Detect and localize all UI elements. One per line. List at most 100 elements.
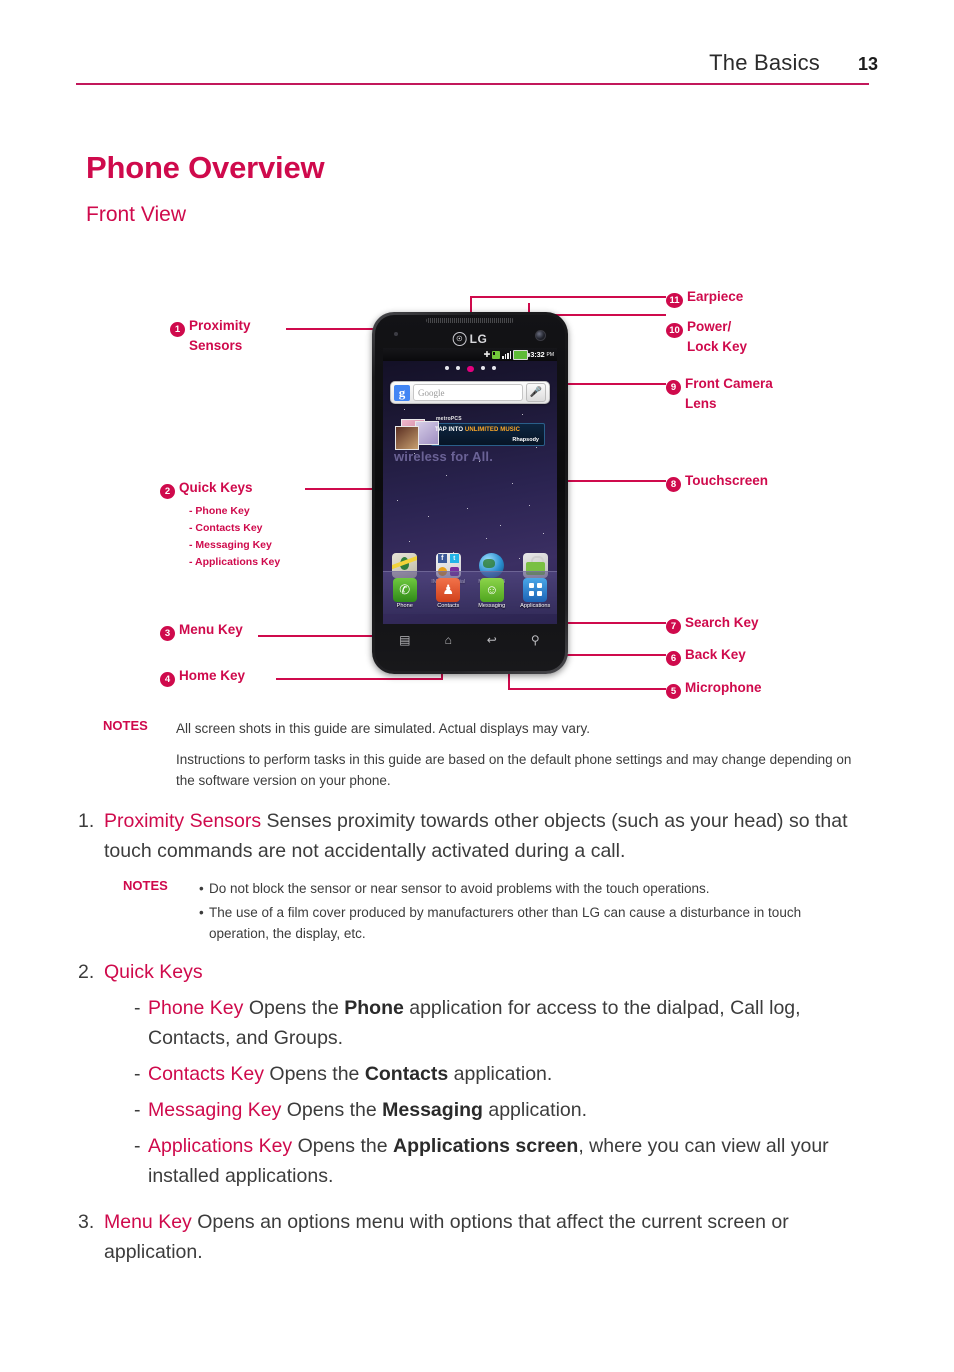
quick-key-messaging[interactable]: ☺ Messaging	[472, 577, 512, 609]
sub-text-bold: Contacts	[364, 1063, 449, 1085]
term-menu-key: Menu Key	[104, 1211, 192, 1233]
quick-keys-dock: ✆ Phone ♟ Contacts ☺ Messaging Applicati…	[383, 571, 557, 614]
leader-line-homekey	[276, 678, 443, 680]
sub-item-contacts-key: - Contacts Key Opens the Contacts applic…	[134, 1059, 878, 1089]
quick-key-label: Phone	[396, 602, 413, 609]
search-key-icon[interactable]: ⚲	[527, 632, 543, 648]
hardware-key-row: ▤ ⌂ ↩ ⚲	[383, 630, 557, 650]
list-content: Quick Keys - Phone Key Opens the Phone a…	[104, 957, 878, 1191]
sub-item-dash: -	[134, 1099, 141, 1121]
term-contacts-key: Contacts Key	[148, 1063, 264, 1085]
callout-label: Menu Key	[179, 622, 243, 637]
callout-number: 1	[170, 322, 185, 337]
album-art-thumbnails	[393, 419, 449, 450]
leader-line-earpiece-h	[470, 296, 666, 298]
section-subtitle: Front View	[86, 203, 186, 226]
callout-label: Front Camera	[685, 376, 773, 391]
page-dot	[455, 366, 460, 370]
microphone-icon[interactable]: 🎤	[526, 383, 546, 402]
sub-item-messaging-key: - Messaging Key Opens the Messaging appl…	[134, 1095, 878, 1125]
callout-label-line2: Lock Key	[687, 339, 748, 354]
callout-number: 6	[666, 651, 681, 666]
callout-number: 5	[666, 684, 681, 699]
notes-bullet: • Do not block the sensor or near sensor…	[199, 878, 878, 899]
battery-icon	[513, 349, 531, 360]
promo-partner: Rhapsody	[512, 437, 539, 443]
page-number: 13	[857, 54, 878, 74]
sub-text-a: Opens the	[292, 1135, 393, 1157]
page-dot	[491, 366, 496, 370]
applications-icon	[523, 577, 548, 602]
term-applications-key: Applications Key	[148, 1135, 293, 1157]
search-input[interactable]: Google	[413, 384, 523, 401]
callout-label: Earpiece	[687, 289, 744, 304]
google-logo-icon: g	[394, 384, 410, 401]
sub-text-bold: Phone	[344, 997, 404, 1019]
callout-number: 11	[666, 293, 683, 308]
list-item-3: 3. Menu Key Opens an options menu with o…	[78, 1207, 878, 1267]
google-search-widget[interactable]: g Google 🎤	[390, 381, 550, 404]
page-dot-active	[466, 366, 474, 372]
callout-home-key: 4 Home Key	[160, 667, 245, 687]
rhapsody-promo-banner[interactable]: metroPCS TAP INTO UNLIMITED MUSIC Rhapso…	[393, 415, 545, 450]
leader-line-mic-v	[508, 674, 510, 689]
front-camera-lens	[535, 330, 546, 341]
notes-tag-spacer	[103, 749, 176, 791]
callout-proximity-sensors: 1 Proximity Sensors	[170, 317, 251, 354]
page-header: The Basics 13	[76, 50, 878, 90]
callout-number: 7	[666, 619, 681, 634]
back-key-icon[interactable]: ↩	[484, 632, 500, 648]
promo-brand: metroPCS	[436, 416, 462, 422]
quick-key-label: Messaging	[478, 602, 506, 609]
callout-menu-key: 3 Menu Key	[160, 621, 243, 641]
quick-key-phone[interactable]: ✆ Phone	[385, 577, 425, 609]
home-key-icon[interactable]: ⌂	[440, 632, 456, 648]
callout-back-key: 6 Back Key	[666, 646, 746, 666]
callout-number: 2	[160, 484, 175, 499]
quick-key-label: Contacts	[437, 602, 460, 609]
sub-item-dash: -	[134, 1063, 141, 1085]
touchscreen[interactable]: ✚ 3:32 PM g Google 🎤 metroPCS TAP INTO U…	[383, 348, 557, 624]
notes-row: NOTES All screen shots in this guide are…	[103, 718, 863, 739]
callout-label: Touchscreen	[685, 473, 769, 488]
page-dot	[480, 366, 485, 370]
messaging-icon: ☺	[479, 577, 504, 602]
list-content: Proximity Sensors Senses proximity towar…	[104, 806, 878, 866]
notes-tag: NOTES	[103, 718, 148, 733]
sub-item-content: Contacts Key Opens the Contacts applicat…	[148, 1059, 552, 1089]
term-phone-key: Phone Key	[148, 997, 244, 1019]
sub-text-b: application.	[448, 1063, 553, 1085]
quick-key-contacts[interactable]: ♟ Contacts	[428, 577, 468, 609]
callout-label: Back Key	[685, 647, 746, 662]
callout-label: Quick Keys	[179, 480, 253, 495]
notes-row: Instructions to perform tasks in this gu…	[103, 749, 863, 791]
contacts-icon: ♟	[436, 577, 461, 602]
list-content: Menu Key Opens an options menu with opti…	[104, 1207, 878, 1267]
promo-headline: TAP INTO UNLIMITED MUSIC	[435, 427, 521, 433]
callout-microphone: 5 Microphone	[666, 679, 762, 699]
notes-text: All screen shots in this guide are simul…	[176, 721, 590, 736]
page-dot	[444, 366, 449, 370]
callout-label-line2: Sensors	[189, 338, 243, 353]
term-messaging-key: Messaging Key	[148, 1099, 282, 1121]
callout-earpiece: 11 Earpiece	[666, 288, 743, 308]
sub-text-a: Opens the	[243, 997, 345, 1019]
quick-key-applications[interactable]: Applications	[515, 577, 555, 609]
callout-number: 4	[160, 672, 175, 687]
callout-power-lock-key: 10 Power/ Lock Key	[666, 318, 747, 355]
status-ampm: PM	[546, 351, 555, 358]
notes-block-inner: NOTES • Do not block the sensor or near …	[123, 878, 878, 947]
wallpaper-tagline: wireless for All.	[394, 449, 494, 464]
notes-tag: NOTES	[123, 878, 168, 893]
callout-label: Home Key	[179, 668, 246, 683]
sync-icon: ✚	[483, 350, 491, 359]
term-quick-keys: Quick Keys	[104, 961, 203, 983]
signal-strength-icon	[502, 350, 512, 359]
sub-item-content: Phone Key Opens the Phone application fo…	[148, 993, 878, 1053]
callout-label: Microphone	[685, 680, 762, 695]
menu-key-icon[interactable]: ▤	[397, 632, 413, 648]
header-title: The Basics	[709, 50, 820, 75]
callout-label-line2: Lens	[685, 396, 717, 411]
list-marker: 2.	[78, 961, 95, 983]
lg-brand-text: LG	[469, 332, 488, 346]
